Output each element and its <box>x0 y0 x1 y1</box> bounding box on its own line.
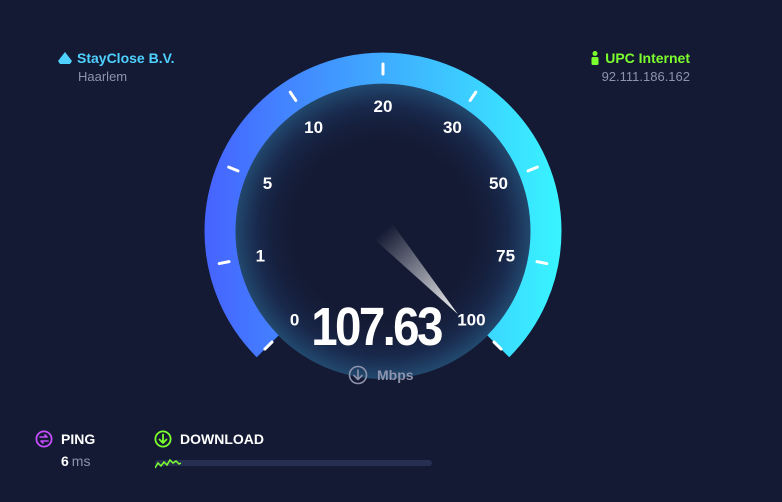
gauge-scale-label: 1 <box>256 246 265 265</box>
speed-unit: Mbps <box>348 365 414 385</box>
gauge-scale-label: 50 <box>489 174 508 193</box>
gauge-scale-label: 75 <box>496 246 515 265</box>
gauge-scale-label: 30 <box>443 118 462 137</box>
ping-metric: PING 6 ms <box>35 430 95 469</box>
gauge-scale-label: 10 <box>304 118 323 137</box>
speed-gauge: 0151020305075100 <box>204 52 562 379</box>
download-metric: DOWNLOAD <box>154 430 264 448</box>
download-icon <box>154 430 172 448</box>
gauge-scale-label: 5 <box>263 174 272 193</box>
gauge-scale-label: 100 <box>457 310 485 329</box>
ping-icon <box>35 430 53 448</box>
ping-unit: ms <box>71 453 91 469</box>
gauge-tick <box>217 260 231 266</box>
download-progress-track <box>155 460 432 466</box>
download-progress <box>155 458 432 469</box>
speed-unit-label: Mbps <box>377 367 414 383</box>
gauge-scale-label: 20 <box>374 97 393 116</box>
speed-value: 107.63 <box>311 297 443 357</box>
download-label: DOWNLOAD <box>180 431 264 447</box>
download-arrow-icon <box>348 365 368 385</box>
speedtest-screen: StayClose B.V. Haarlem UPC Internet 92.1… <box>0 0 782 502</box>
gauge-tick <box>535 260 549 266</box>
ping-label: PING <box>61 431 96 447</box>
ping-value: 6 <box>61 453 69 469</box>
